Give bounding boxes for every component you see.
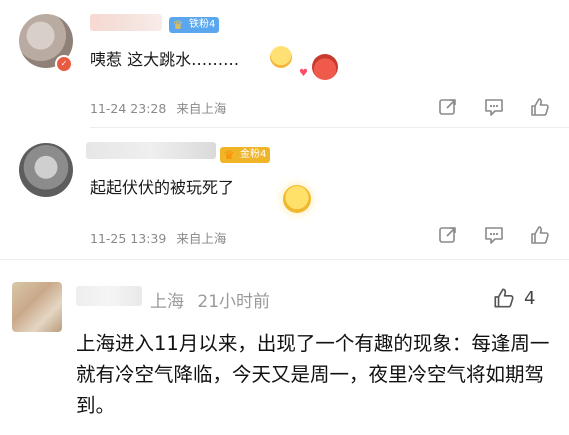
username-blurred[interactable] [86,142,216,159]
like-count: 4 [524,287,536,309]
fan-badge: ♛ 金粉4 [220,147,271,163]
comment-icon[interactable] [482,96,506,118]
username-blurred[interactable] [76,286,142,306]
thumbs-up-icon[interactable] [528,224,552,246]
comment-time: 11-25 13:39 [90,231,167,246]
thumbs-up-icon[interactable] [528,96,552,118]
comment-location: 来自上海 [176,231,227,246]
post-time: 21小时前 [197,292,271,312]
crown-icon: ♛ [223,148,235,162]
section-divider [0,259,569,260]
username-blurred[interactable] [90,14,162,31]
smug-emoji-icon [270,46,292,68]
comment-time: 11-24 23:28 [90,101,167,116]
divider [90,127,569,128]
like-button[interactable]: 4 [492,286,535,310]
comment-text: 起起伏伏的被玩死了 [90,178,235,197]
verified-badge-icon: ✓ [55,55,73,73]
comment-text: 咦惹 这大跳水……… [90,50,240,69]
avatar[interactable] [12,282,62,332]
glowing-sticker-icon [283,185,311,213]
share-icon[interactable] [436,224,460,246]
fan-badge: ♛ 铁粉4 [169,17,220,33]
comment-icon[interactable] [482,224,506,246]
thumbs-up-icon [494,288,514,308]
avatar[interactable] [19,143,73,197]
fan-badge-label: 铁粉4 [189,19,216,30]
strawberry-sticker-icon [312,54,338,80]
heart-icon: ♥ [299,68,308,79]
comment-location: 来自上海 [176,101,227,116]
post-location: 上海 [150,292,184,312]
share-icon[interactable] [436,96,460,118]
post-text: 上海进入11月以来，出现了一个有趣的现象：每逢周一就有冷空气降临，今天又是周一，… [76,332,550,417]
crown-icon: ♛ [172,18,184,32]
fan-badge-label: 金粉4 [240,149,267,160]
